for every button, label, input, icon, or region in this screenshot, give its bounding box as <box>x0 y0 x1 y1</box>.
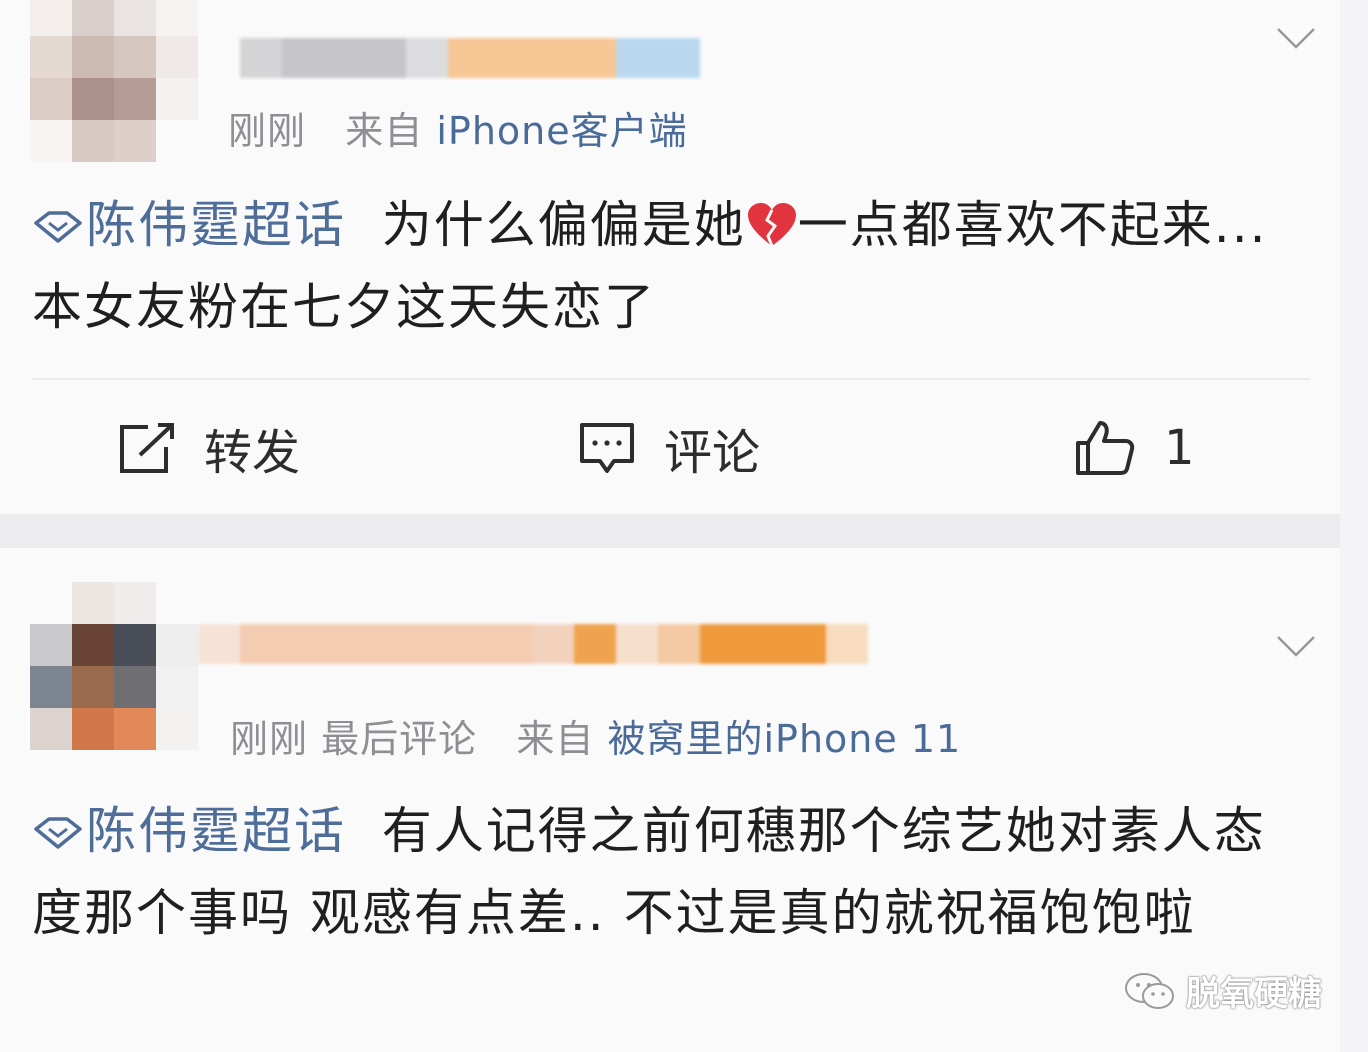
watermark: 脱氧硬糖 <box>1122 966 1322 1015</box>
watermark-text: 脱氧硬糖 <box>1186 974 1322 1014</box>
comment-icon <box>580 423 634 473</box>
repost-label: 转发 <box>204 425 301 481</box>
repost-icon <box>120 423 174 473</box>
post-content: 陈伟霆超话 有人记得之前何穗那个综艺她对素人态度那个事吗 观感有点差.. 不过是… <box>32 790 1312 954</box>
username-blurred[interactable] <box>198 624 868 664</box>
post-time: 刚刚 <box>230 717 309 761</box>
post-meta: 刚刚 来自 iPhone客户端 <box>228 100 688 155</box>
diamond-icon <box>34 211 82 243</box>
thumbs-up-icon <box>1076 421 1135 475</box>
avatar[interactable] <box>30 0 198 162</box>
last-comment-label: 最后评论 <box>321 717 478 761</box>
post-time: 刚刚 <box>228 109 307 153</box>
source-prefix: 来自 <box>516 717 595 761</box>
comment-label: 评论 <box>664 425 761 481</box>
diamond-icon <box>34 817 82 849</box>
divider <box>32 378 1310 380</box>
post-content: 陈伟霆超话 为什么偏偏是她 一点都喜欢不起来...本女友粉在七夕这天失恋了 <box>32 184 1312 348</box>
post-text-part1: 为什么偏偏是她 <box>381 196 746 254</box>
source-prefix: 来自 <box>345 109 424 153</box>
screen-edge <box>1340 0 1368 1052</box>
topic-label: 陈伟霆超话 <box>86 802 346 860</box>
post-meta: 刚刚 最后评论 来自 被窝里的iPhone 11 <box>230 708 961 763</box>
chevron-down-icon[interactable] <box>1276 634 1316 658</box>
topic-label: 陈伟霆超话 <box>86 196 346 254</box>
feed-separator <box>0 514 1340 548</box>
chevron-down-icon[interactable] <box>1276 26 1316 50</box>
avatar[interactable] <box>30 582 198 750</box>
post-card[interactable]: 刚刚 来自 iPhone客户端 陈伟霆超话 为什么偏偏是她 一点都喜欢不起来...… <box>0 0 1340 512</box>
like-button[interactable]: 1 <box>1074 418 1195 478</box>
super-topic-link[interactable]: 陈伟霆超话 <box>32 196 346 254</box>
username-blurred[interactable] <box>240 38 700 78</box>
wechat-logo-icon <box>1125 972 1174 1009</box>
source-client[interactable]: iPhone客户端 <box>436 109 687 153</box>
repost-button[interactable]: 转发 <box>118 418 300 481</box>
super-topic-link[interactable]: 陈伟霆超话 <box>32 802 346 860</box>
comment-button[interactable]: 评论 <box>578 418 760 481</box>
broken-heart-icon <box>747 203 796 247</box>
like-count: 1 <box>1164 420 1195 476</box>
source-client[interactable]: 被窝里的iPhone 11 <box>607 717 961 761</box>
